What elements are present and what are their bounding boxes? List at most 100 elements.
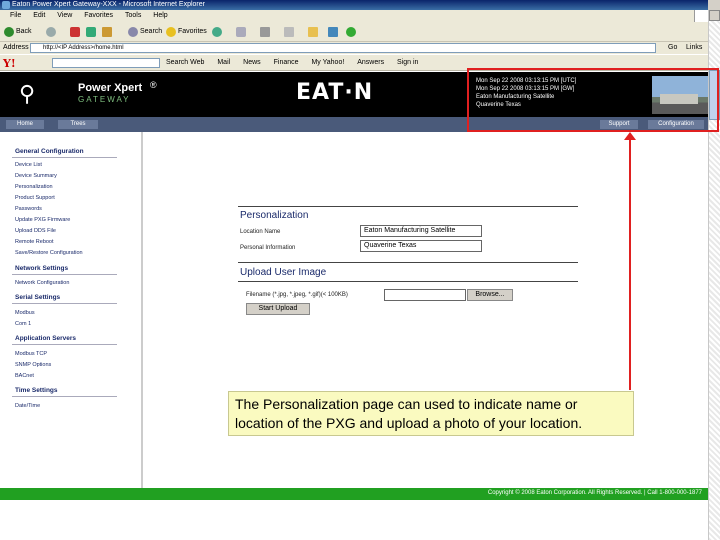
yahoo-logo[interactable]: Y!	[3, 57, 16, 70]
sidebar-heading-network: Network Settings	[15, 265, 69, 272]
print-button[interactable]	[260, 26, 270, 38]
menu-file[interactable]: File	[10, 10, 21, 22]
ie-icon	[2, 1, 10, 9]
start-upload-button[interactable]: Start Upload	[246, 303, 310, 315]
sidebar-heading-general: General Configuration	[15, 148, 84, 155]
sidebar-item-snmp[interactable]: SNMP Options	[15, 362, 51, 368]
sidebar-heading-time: Time Settings	[15, 387, 58, 394]
folder-icon	[308, 27, 318, 37]
yahoo-news[interactable]: News	[243, 59, 261, 66]
menu-view[interactable]: View	[57, 10, 72, 22]
menu-tools[interactable]: Tools	[125, 10, 141, 22]
yahoo-mail[interactable]: Mail	[217, 59, 230, 66]
forward-button[interactable]	[46, 26, 56, 38]
personal-info-label: Personal Information	[240, 245, 296, 251]
yahoo-finance[interactable]: Finance	[274, 59, 299, 66]
sidebar-item-upload-dds[interactable]: Upload DDS File	[15, 228, 56, 234]
home-button[interactable]	[102, 26, 112, 38]
sidebar-item-save-restore[interactable]: Save/Restore Configuration	[15, 250, 83, 256]
sidebar-item-passwords[interactable]: Passwords	[15, 206, 42, 212]
home-icon	[102, 27, 112, 37]
folder-button[interactable]	[308, 26, 318, 38]
stop-icon	[70, 27, 80, 37]
search-icon	[128, 27, 138, 37]
browser-window: Eaton Power Xpert Gateway-XXX - Microsof…	[0, 0, 720, 540]
back-button[interactable]: Back	[4, 26, 32, 38]
sidebar-item-network-config[interactable]: Network Configuration	[15, 280, 69, 286]
edit-icon	[284, 27, 294, 37]
refresh-button[interactable]	[86, 26, 96, 38]
yahoo-my-yahoo[interactable]: My Yahoo!	[311, 59, 344, 66]
history-button[interactable]	[212, 26, 222, 38]
window-controls[interactable]	[708, 0, 720, 10]
section-top-rule	[238, 206, 578, 207]
sidebar-divider	[12, 303, 117, 304]
location-name-input[interactable]: Eaton Manufacturing Satellite	[360, 225, 482, 237]
sidebar-item-update-firmware[interactable]: Update PXG Firmware	[15, 217, 70, 223]
sidebar-item-personalization[interactable]: Personalization	[15, 184, 53, 190]
personalization-title: Personalization	[240, 210, 309, 221]
mail-button[interactable]	[236, 26, 246, 38]
go-button[interactable]: Go	[668, 42, 677, 54]
sidebar-heading-app-servers: Application Servers	[15, 335, 77, 342]
menu-edit[interactable]: Edit	[33, 10, 45, 22]
forward-arrow-icon	[46, 27, 56, 37]
back-arrow-icon	[4, 27, 14, 37]
sidebar-item-bacnet[interactable]: BACnet	[15, 373, 34, 379]
search-label: Search	[140, 28, 163, 35]
menu-favorites[interactable]: Favorites	[84, 10, 113, 22]
sidebar-divider	[12, 396, 117, 397]
stop-button[interactable]	[70, 26, 80, 38]
yahoo-items: Search Web Mail News Finance My Yahoo! A…	[166, 59, 429, 66]
sidebar-heading-serial: Serial Settings	[15, 294, 61, 301]
sidebar-divider	[12, 344, 117, 345]
location-name-label: Location Name	[240, 229, 281, 235]
yahoo-sign-in[interactable]: Sign in	[397, 59, 418, 66]
print-icon	[260, 27, 270, 37]
sidebar-divider	[12, 274, 117, 275]
filename-input[interactable]	[384, 289, 466, 301]
sidebar-item-product-support[interactable]: Product Support	[15, 195, 55, 201]
discuss-icon	[328, 27, 338, 37]
menu-help[interactable]: Help	[153, 10, 167, 22]
favorites-button[interactable]: Favorites	[166, 26, 207, 38]
yahoo-search-web[interactable]: Search Web	[166, 59, 204, 66]
callout-note: The Personalization page can used to ind…	[228, 391, 634, 436]
scroll-up-icon[interactable]	[709, 10, 720, 21]
edit-button[interactable]	[284, 26, 294, 38]
messenger-button[interactable]	[346, 26, 356, 38]
filename-label: Filename (*.jpg, *.jpeg, *.gif)(< 100KB)	[246, 292, 348, 298]
address-bar: Address http://<IP Address>/home.html Go…	[0, 42, 708, 54]
messenger-icon	[346, 27, 356, 37]
sidebar-item-modbus-tcp[interactable]: Modbus TCP	[15, 351, 47, 357]
sidebar-item-com1[interactable]: Com 1	[15, 321, 31, 327]
yahoo-search-input[interactable]	[52, 58, 160, 68]
sidebar-item-date-time[interactable]: Date/Time	[15, 403, 40, 409]
browse-button[interactable]: Browse...	[467, 289, 513, 301]
window-title: Eaton Power Xpert Gateway-XXX - Microsof…	[12, 1, 205, 8]
product-subtitle: GATEWAY	[78, 95, 131, 104]
sidebar-item-device-list[interactable]: Device List	[15, 162, 42, 168]
section-divider	[238, 262, 578, 263]
upload-title: Upload User Image	[240, 267, 327, 278]
menu-bar: File Edit View Favorites Tools Help	[0, 10, 708, 22]
links-button[interactable]: Links	[686, 42, 702, 54]
product-name: Power Xpert	[78, 82, 143, 94]
address-input[interactable]: http://<IP Address>/home.html	[30, 43, 656, 53]
sidebar-item-device-summary[interactable]: Device Summary	[15, 173, 57, 179]
config-sidebar: General Configuration Device List Device…	[0, 132, 143, 488]
title-bar: Eaton Power Xpert Gateway-XXX - Microsof…	[0, 0, 708, 10]
nav-trees[interactable]: Trees	[58, 120, 98, 129]
favorites-label: Favorites	[178, 28, 207, 35]
eaton-logo: EAT·N	[296, 80, 374, 105]
search-button[interactable]: Search	[128, 26, 162, 38]
gateway-icon: ⚲	[18, 81, 36, 106]
yahoo-answers[interactable]: Answers	[357, 59, 384, 66]
personal-info-input[interactable]: Quaverine Texas	[360, 240, 482, 252]
arrow-line	[629, 138, 631, 390]
discuss-button[interactable]	[328, 26, 338, 38]
page-content: ⚲ Power Xpert ® GATEWAY EAT·N Mon Sep 22…	[0, 72, 708, 540]
sidebar-item-remote-reboot[interactable]: Remote Reboot	[15, 239, 54, 245]
nav-home[interactable]: Home	[6, 120, 44, 129]
sidebar-item-modbus[interactable]: Modbus	[15, 310, 35, 316]
